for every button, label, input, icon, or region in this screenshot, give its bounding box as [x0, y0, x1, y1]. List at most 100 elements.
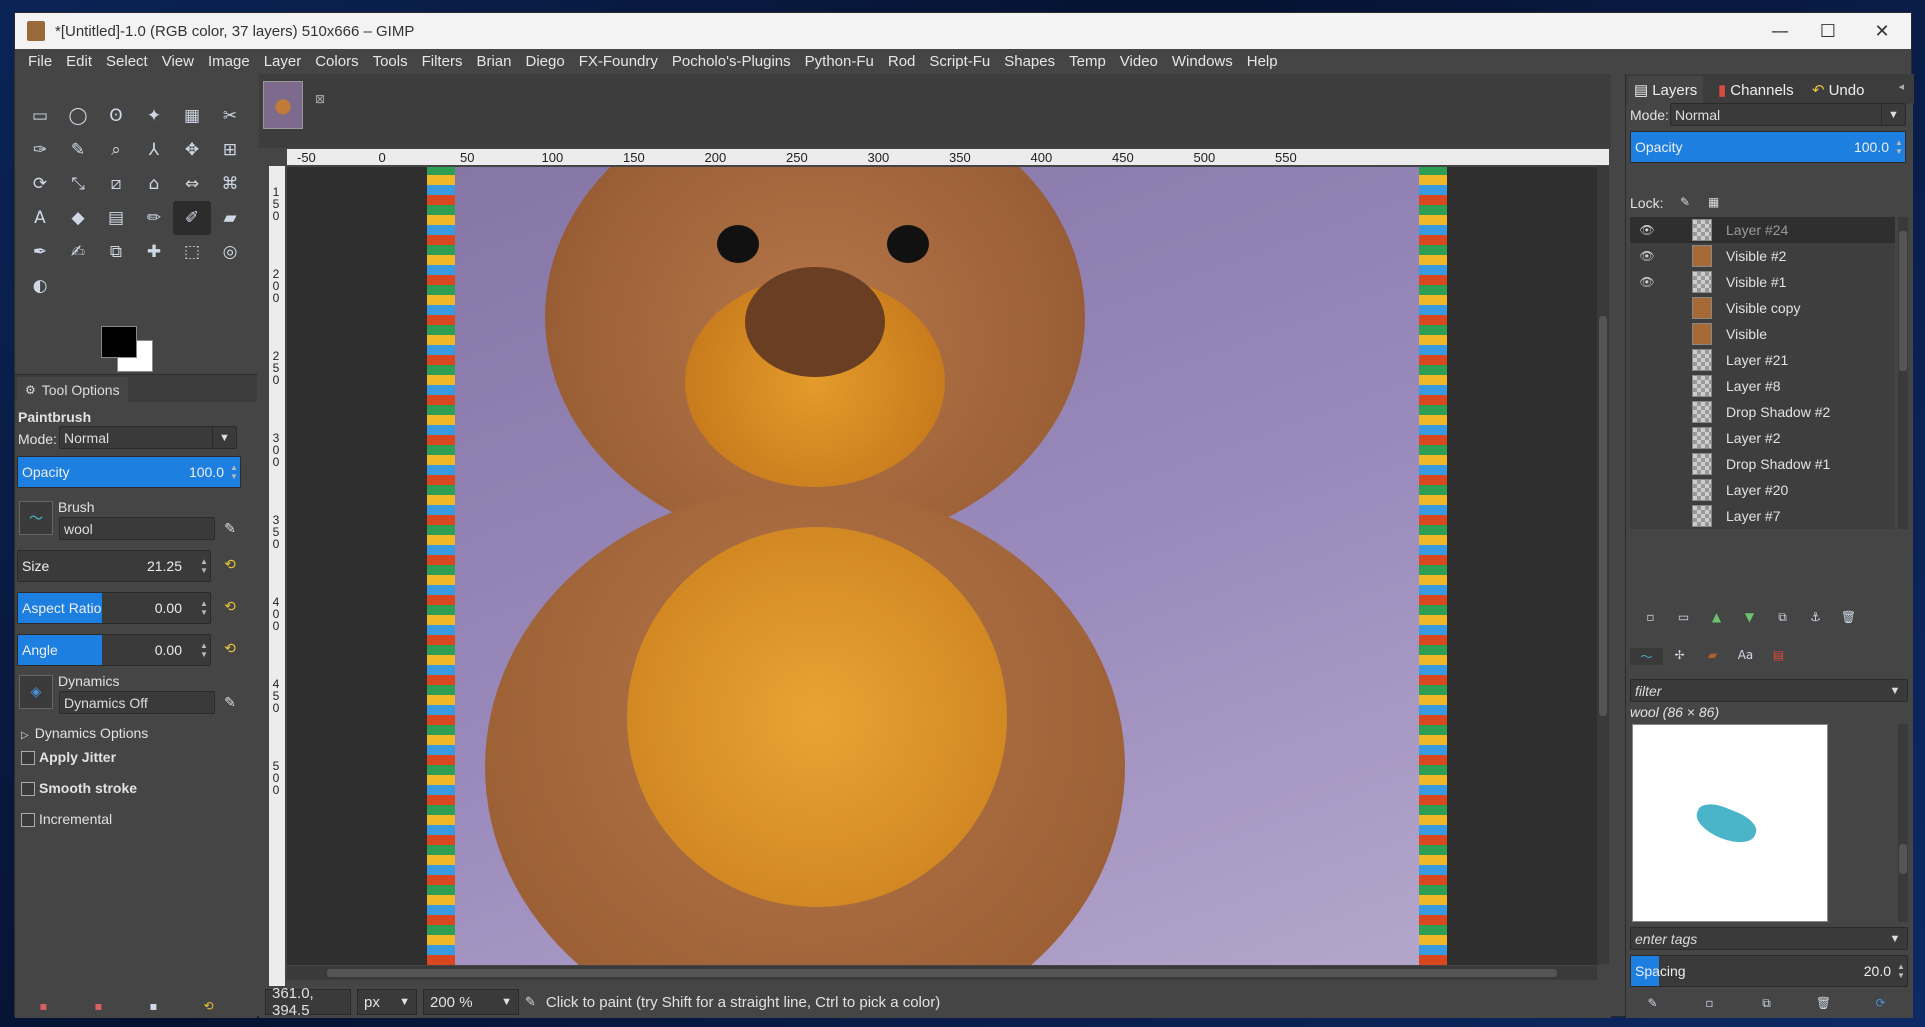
measure-icon[interactable]: ⅄	[135, 133, 173, 167]
tab-document-history-icon[interactable]: ▤	[1762, 648, 1795, 665]
refresh-brushes-icon[interactable]: ⟳	[1864, 996, 1897, 1011]
menu-video[interactable]: Video	[1113, 53, 1165, 70]
color-select-icon[interactable]: ▦	[173, 99, 211, 133]
paths-icon[interactable]: ✑	[21, 133, 59, 167]
dynamics-button[interactable]: ◈	[19, 675, 53, 709]
layer-list[interactable]: 👁 Layer #24 👁 Visible #2 👁 Visible #1 Visible …	[1630, 217, 1895, 529]
close-button[interactable]: ✕	[1853, 13, 1911, 49]
blur-icon[interactable]: ◎	[211, 235, 249, 269]
duplicate-layer-icon[interactable]: ⧉	[1766, 610, 1799, 625]
menu-fx-foundry[interactable]: FX-Foundry	[572, 53, 665, 70]
tab-fonts-icon[interactable]: Aa	[1729, 648, 1762, 665]
aspect-ratio-slider[interactable]: Aspect Ratio 0.00 ▲ ▼	[17, 592, 211, 624]
menu-pocholo-s-plugins[interactable]: Pocholo's-Plugins	[665, 53, 798, 70]
lock-pixels-icon[interactable]: ✎	[1680, 195, 1690, 209]
raise-layer-icon[interactable]: ▲	[1700, 610, 1733, 625]
menu-view[interactable]: View	[155, 53, 201, 70]
clone-icon[interactable]: ⧉	[97, 235, 135, 269]
brush-tags-input[interactable]: enter tags ▼	[1630, 927, 1908, 950]
layer-row[interactable]: 👁 Visible #1	[1630, 269, 1895, 295]
menu-colors[interactable]: Colors	[308, 53, 365, 70]
spin-arrows-icon[interactable]: ▲ ▼	[198, 593, 210, 623]
dock-menu-icon[interactable]: ◂	[1898, 80, 1904, 93]
layer-row[interactable]: 👁 Layer #24	[1630, 217, 1895, 243]
free-select-icon[interactable]: ʘ	[97, 99, 135, 133]
menu-help[interactable]: Help	[1240, 53, 1285, 70]
pencil-icon[interactable]: ✏	[135, 201, 173, 235]
tab-layers[interactable]: ▤ Layers	[1628, 76, 1704, 104]
menu-diego[interactable]: Diego	[518, 53, 571, 70]
brushes-scrollbar[interactable]	[1898, 724, 1908, 922]
layer-row[interactable]: 👁 Visible #2	[1630, 243, 1895, 269]
wool-brush-icon[interactable]	[1691, 798, 1761, 850]
dodge-burn-icon[interactable]: ◐	[21, 269, 59, 303]
image-canvas[interactable]	[427, 167, 1447, 965]
layer-row[interactable]: Visible	[1630, 321, 1895, 347]
mode-dropdown[interactable]: Normal ▼	[59, 426, 237, 449]
unit-dropdown[interactable]: px ▼	[357, 989, 417, 1015]
menu-edit[interactable]: Edit	[59, 53, 99, 70]
brush-preview-grid[interactable]	[1632, 724, 1828, 922]
save-options-icon[interactable]: ▪	[27, 999, 60, 1013]
maximize-button[interactable]: ☐	[1799, 13, 1857, 49]
image-tab-thumbnail[interactable]: ●	[263, 81, 303, 129]
bucket-fill-icon[interactable]: ◆	[59, 201, 97, 235]
spacing-slider[interactable]: Spacing 20.0 ▲ ▼	[1630, 955, 1908, 987]
edit-dynamics-icon[interactable]: ✎	[221, 694, 239, 712]
incremental-checkbox[interactable]	[21, 813, 35, 827]
horizontal-scrollbar[interactable]	[287, 966, 1597, 980]
reset-options-icon[interactable]: ⟲	[192, 999, 225, 1013]
spin-arrows-icon[interactable]: ▲ ▼	[228, 457, 240, 487]
lower-layer-icon[interactable]: ▼	[1733, 610, 1766, 625]
anchor-layer-icon[interactable]: ⚓	[1799, 610, 1832, 625]
spin-arrows-icon[interactable]: ▲ ▼	[198, 635, 210, 665]
vertical-scrollbar[interactable]	[1597, 166, 1609, 964]
eraser-icon[interactable]: ▰	[211, 201, 249, 235]
perspective-clone-icon[interactable]: ⬚	[173, 235, 211, 269]
tab-brushes-icon[interactable]: 〜	[1630, 648, 1663, 665]
restore-options-icon[interactable]: ▪	[82, 999, 115, 1013]
color-picker-icon[interactable]: ✎	[59, 133, 97, 167]
layer-row[interactable]: Layer #21	[1630, 347, 1895, 373]
spin-arrows-icon[interactable]: ▲ ▼	[198, 551, 210, 581]
reset-angle-icon[interactable]: ⟲	[221, 640, 239, 658]
layer-row[interactable]: Layer #7	[1630, 503, 1895, 529]
move-icon[interactable]: ✥	[173, 133, 211, 167]
paintbrush-icon[interactable]: ✐	[173, 201, 211, 235]
heal-icon[interactable]: ✚	[135, 235, 173, 269]
tab-tool-options[interactable]: ⚙ Tool Options	[17, 377, 128, 403]
brush-preview-button[interactable]: 〜	[19, 501, 53, 535]
perspective-icon[interactable]: ⌂	[135, 167, 173, 201]
horizontal-ruler[interactable]: -50 0 50 100 150 200 250 300 350 400 450 500 550	[287, 149, 1609, 165]
size-slider[interactable]: Size 21.25 ▲ ▼	[17, 550, 211, 582]
fuzzy-select-icon[interactable]: ✦	[135, 99, 173, 133]
layer-row[interactable]: Layer #20	[1630, 477, 1895, 503]
ink-icon[interactable]: ✒	[21, 235, 59, 269]
menu-script-fu[interactable]: Script-Fu	[922, 53, 997, 70]
menu-brian[interactable]: Brian	[469, 53, 518, 70]
menu-python-fu[interactable]: Python-Fu	[798, 53, 881, 70]
layer-row[interactable]: Visible copy	[1630, 295, 1895, 321]
edit-brush-icon[interactable]: ✎	[1636, 996, 1669, 1011]
lock-alpha-icon[interactable]: ▦	[1708, 195, 1719, 209]
rect-select-icon[interactable]: ▭	[21, 99, 59, 133]
gradient-icon[interactable]: ▤	[97, 201, 135, 235]
delete-options-icon[interactable]: ▪	[137, 999, 170, 1013]
new-layer-group-icon[interactable]: ▭	[1667, 610, 1700, 625]
delete-brush-icon[interactable]: 🗑	[1807, 996, 1840, 1011]
scissors-icon[interactable]: ✂	[211, 99, 249, 133]
opacity-slider[interactable]: Opacity 100.0 ▲ ▼	[17, 456, 241, 488]
layer-row[interactable]: Drop Shadow #1	[1630, 451, 1895, 477]
menu-tools[interactable]: Tools	[366, 53, 415, 70]
mypaint-icon[interactable]: ✍	[59, 235, 97, 269]
reset-size-icon[interactable]: ⟲	[221, 556, 239, 574]
tab-patterns-icon[interactable]: ✢	[1663, 648, 1696, 665]
foreground-color-swatch[interactable]	[101, 326, 137, 358]
layers-scrollbar[interactable]	[1898, 217, 1908, 529]
menu-temp[interactable]: Temp	[1062, 53, 1113, 70]
dynamics-options-expander[interactable]: ▷ Dynamics Options	[21, 725, 148, 741]
menu-file[interactable]: File	[21, 53, 59, 70]
tab-gradients-icon[interactable]: ▰	[1696, 648, 1729, 665]
new-brush-icon[interactable]: ▫	[1693, 996, 1726, 1011]
brush-filter-input[interactable]: filter ▼	[1630, 679, 1908, 702]
